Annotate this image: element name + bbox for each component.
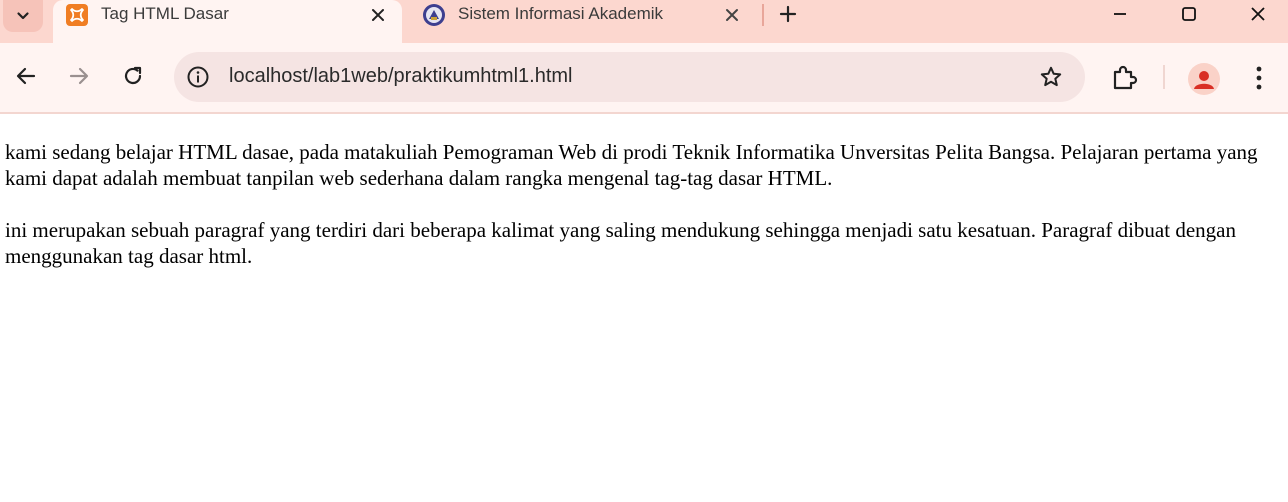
back-button[interactable] xyxy=(8,58,44,94)
profile-avatar[interactable] xyxy=(1188,63,1220,95)
reload-button[interactable] xyxy=(115,58,151,94)
tab-strip: Tag HTML Dasar Sistem Informasi Akademik xyxy=(0,0,1288,43)
browser-toolbar: localhost/lab1web/praktikumhtml1.html xyxy=(0,43,1288,113)
maximize-icon xyxy=(1182,7,1196,21)
arrow-right-icon xyxy=(69,67,89,85)
paragraph: ini merupakan sebuah paragraf yang terdi… xyxy=(5,218,1236,268)
tab-title: Tag HTML Dasar xyxy=(101,4,229,23)
tab-search-button[interactable] xyxy=(3,0,43,32)
paragraph: kami sedang belajar HTML dasae, pada mat… xyxy=(5,140,1258,190)
tab-divider xyxy=(762,4,764,26)
person-icon xyxy=(1194,71,1214,89)
forward-button[interactable] xyxy=(61,58,97,94)
university-crest-icon xyxy=(423,4,445,26)
close-icon xyxy=(726,9,738,21)
xampp-icon xyxy=(66,4,88,26)
reload-icon xyxy=(124,66,142,85)
minimize-icon xyxy=(1114,13,1126,15)
info-icon[interactable] xyxy=(186,65,210,89)
star-icon[interactable] xyxy=(1039,65,1063,89)
tab-title: Sistem Informasi Akademik xyxy=(458,4,664,23)
close-tab-button[interactable] xyxy=(720,3,744,27)
maximize-button[interactable] xyxy=(1165,0,1213,28)
new-tab-button[interactable] xyxy=(774,0,802,28)
close-icon xyxy=(1251,7,1265,21)
address-bar[interactable]: localhost/lab1web/praktikumhtml1.html xyxy=(174,52,1085,102)
page-content: kami sedang belajar HTML dasae, pada mat… xyxy=(0,114,1288,502)
url-text[interactable]: localhost/lab1web/praktikumhtml1.html xyxy=(229,65,573,88)
plus-icon xyxy=(779,5,797,23)
arrow-left-icon xyxy=(16,67,36,85)
close-icon xyxy=(372,9,384,21)
close-window-button[interactable] xyxy=(1234,0,1282,28)
more-vert-icon[interactable] xyxy=(1247,63,1271,93)
tab-tag-html-dasar[interactable]: Tag HTML Dasar xyxy=(53,0,402,43)
extensions-icon[interactable] xyxy=(1110,63,1140,93)
toolbar-divider xyxy=(1163,65,1165,89)
minimize-button[interactable] xyxy=(1096,0,1144,28)
close-tab-button[interactable] xyxy=(366,3,390,27)
tab-sistem-informasi-akademik[interactable]: Sistem Informasi Akademik xyxy=(410,0,754,43)
chevron-down-icon xyxy=(17,12,29,20)
